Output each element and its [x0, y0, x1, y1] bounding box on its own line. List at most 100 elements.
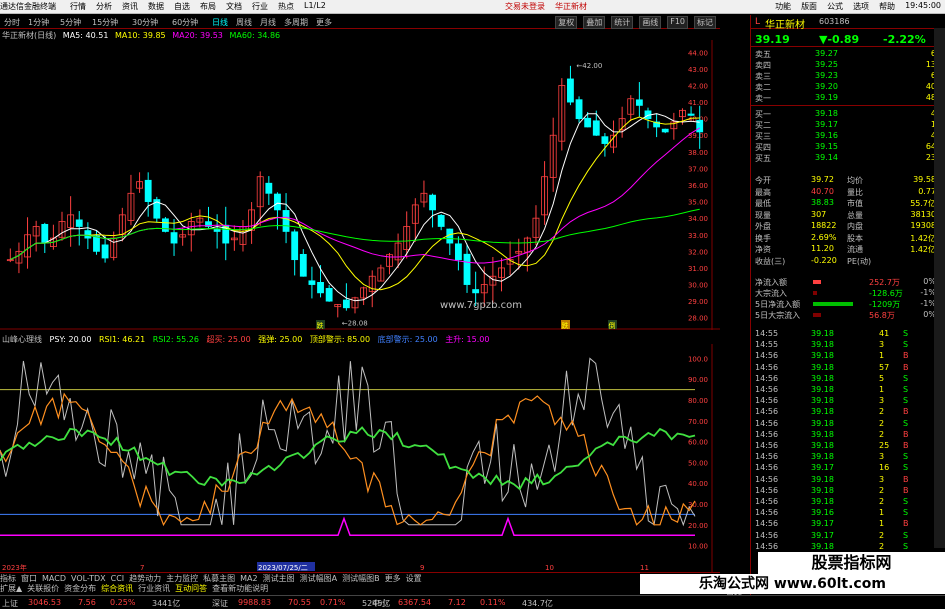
indicator-tab-6[interactable]: 主力监控 [166, 574, 198, 583]
tick-volume: 41 [879, 329, 890, 338]
index-name[interactable]: 深证 [212, 598, 228, 609]
indicator-tab-7[interactable]: 私募主图 [203, 574, 235, 583]
indicator-name[interactable]: 山峰心理线 [2, 335, 42, 344]
indicator-tab-10[interactable]: 测试幅图A [300, 574, 337, 583]
tick-list[interactable]: 14:55 39.18 41 S 14:55 39.18 3 S 14:56 39.18 1 B 14:… [751, 329, 936, 559]
bid-row[interactable]: 买四 39.15 64 [751, 142, 936, 153]
index-name[interactable]: 上证 [2, 598, 18, 609]
ask-row[interactable]: 卖四 39.25 13 [751, 60, 936, 71]
indicator-tabs: 指标 窗口 MACD VOL-TDX CCI 趋势动力 主力监控 私募主图 MA2 测试主图 测试幅… [0, 572, 720, 583]
price-summary: 39.19 ▼-0.89 -2.22% [751, 31, 945, 47]
candle [127, 174, 135, 226]
right-menu-4[interactable]: 帮助 [879, 1, 895, 12]
menu-item-8[interactable]: 热点 [278, 1, 294, 12]
tick-price: 39.18 [811, 407, 834, 417]
menu-item-2[interactable]: 资讯 [122, 1, 138, 12]
indicator-tab-2[interactable]: MACD [42, 574, 66, 583]
side-period-tab[interactable]: 日线 [722, 330, 750, 600]
period-tab-7[interactable]: 周线 [236, 17, 252, 28]
period-tab-8[interactable]: 月线 [260, 17, 276, 28]
ask-row[interactable]: 卖二 39.20 40 [751, 82, 936, 93]
ask-row[interactable]: 卖一 39.19 48 [751, 93, 936, 104]
extension-tab-6[interactable]: 查看新功能说明 [212, 584, 268, 593]
tool-button-3[interactable]: 画线 [639, 16, 662, 29]
period-tab-4[interactable]: 30分钟 [132, 17, 158, 28]
indicator-tab-12[interactable]: 更多 [385, 574, 401, 583]
candle [403, 211, 411, 259]
menu-item-3[interactable]: 数据 [148, 1, 164, 12]
candlestick-chart[interactable]: 44.0043.0042.0041.0040.0039.0038.0037.00… [0, 40, 720, 330]
menu-item-6[interactable]: 文档 [226, 1, 242, 12]
stat-label-2: PE(动) [847, 256, 872, 266]
period-tab-0[interactable]: 分时 [4, 17, 20, 28]
right-scrollbar[interactable] [934, 28, 945, 548]
book-price: 39.20 [815, 82, 838, 91]
center-link-0[interactable]: 交易未登录 [505, 1, 545, 12]
stat-value-2: 1.42亿 [910, 245, 936, 254]
right-menu-3[interactable]: 选项 [853, 1, 869, 12]
tool-button-1[interactable]: 叠加 [583, 16, 606, 29]
candle [618, 106, 626, 138]
indicator-tab-8[interactable]: MA2 [240, 574, 257, 583]
center-link-1[interactable]: 华正新材 [555, 1, 587, 12]
stock-stats: 今开 39.72 均价 39.58 最高 40.70 量比 0.77 最低 38.83 市值 55.7… [751, 175, 945, 275]
tick-price: 39.17 [811, 519, 834, 529]
period-tab-5[interactable]: 60分钟 [172, 17, 198, 28]
period-tab-6[interactable]: 日线 [212, 17, 228, 28]
indicator-tab-5[interactable]: 趋势动力 [129, 574, 161, 583]
tool-button-4[interactable]: F10 [667, 16, 688, 29]
extension-tab-2[interactable]: 资金分布 [64, 584, 96, 593]
extension-tab-5[interactable]: 互动问答 [175, 584, 207, 593]
menu-item-9[interactable]: L1/L2 [304, 1, 326, 12]
tick-time: 14:56 [755, 396, 779, 406]
book-label: 卖四 [755, 61, 771, 70]
right-menu-0[interactable]: 功能 [775, 1, 791, 12]
menu-item-0[interactable]: 行情 [70, 1, 86, 12]
tick-time: 14:55 [755, 340, 779, 350]
extension-tab-4[interactable]: 行业资讯 [138, 584, 170, 593]
bid-row[interactable]: 买一39.184 [751, 109, 936, 120]
indicator-tab-3[interactable]: VOL-TDX [71, 574, 106, 583]
period-tab-2[interactable]: 5分钟 [60, 17, 81, 28]
right-menu-2[interactable]: 公式 [827, 1, 843, 12]
candle [420, 180, 428, 208]
tick-row: 14:56 39.18 2 B [751, 407, 936, 418]
tool-button-5[interactable]: 标记 [694, 16, 716, 29]
date-tick: 7 [140, 564, 144, 572]
menu-item-4[interactable]: 自选 [174, 1, 190, 12]
bid-row[interactable]: 买二39.171 [751, 120, 936, 131]
bid-row[interactable]: 买三39.164 [751, 131, 936, 142]
ask-row[interactable]: 卖五39.276 [751, 49, 936, 60]
index-name[interactable]: 中小 [372, 598, 388, 609]
stat-label-2: 均价 [847, 176, 863, 185]
tool-button-2[interactable]: 统计 [611, 16, 634, 29]
period-tab-1[interactable]: 1分钟 [28, 17, 49, 28]
bid-row[interactable]: 买五 39.14 23 [751, 153, 936, 164]
indicator-tab-0[interactable]: 指标 [0, 574, 16, 583]
ask-row[interactable]: 卖三39.236 [751, 71, 936, 82]
period-tab-10[interactable]: 更多 [316, 17, 332, 28]
tick-volume: 2 [879, 407, 885, 417]
tick-row: 14:56 39.18 2 S [751, 542, 936, 553]
extension-tab-1[interactable]: 关联报价 [27, 584, 59, 593]
tool-button-0[interactable]: 复权 [555, 16, 578, 29]
stat-label: 最低 [755, 199, 771, 208]
tick-time: 14:55 [755, 329, 779, 338]
indicator-tab-9[interactable]: 测试主图 [263, 574, 295, 583]
candle [317, 265, 324, 298]
right-menu-1[interactable]: 版面 [801, 1, 817, 12]
period-tab-9[interactable]: 多周期 [284, 17, 308, 28]
indicator-tab-11[interactable]: 测试幅图B [342, 574, 380, 583]
menu-item-1[interactable]: 分析 [96, 1, 112, 12]
indicator-tab-4[interactable]: CCI [111, 574, 125, 583]
stat-label: 净资 [755, 245, 771, 254]
indicator-chart[interactable]: 100.090.0080.0070.0060.0050.0040.0030.00… [0, 344, 720, 572]
period-tab-3[interactable]: 15分钟 [92, 17, 118, 28]
indicator-tab-1[interactable]: 窗口 [21, 574, 37, 583]
indicator-tab-13[interactable]: 设置 [406, 574, 422, 583]
tick-volume: 1 [879, 508, 885, 518]
extension-tab-0[interactable]: 扩展▲ [0, 584, 22, 593]
menu-item-5[interactable]: 布局 [200, 1, 216, 12]
extension-tab-3[interactable]: 综合资讯 [101, 584, 133, 593]
menu-item-7[interactable]: 行业 [252, 1, 268, 12]
